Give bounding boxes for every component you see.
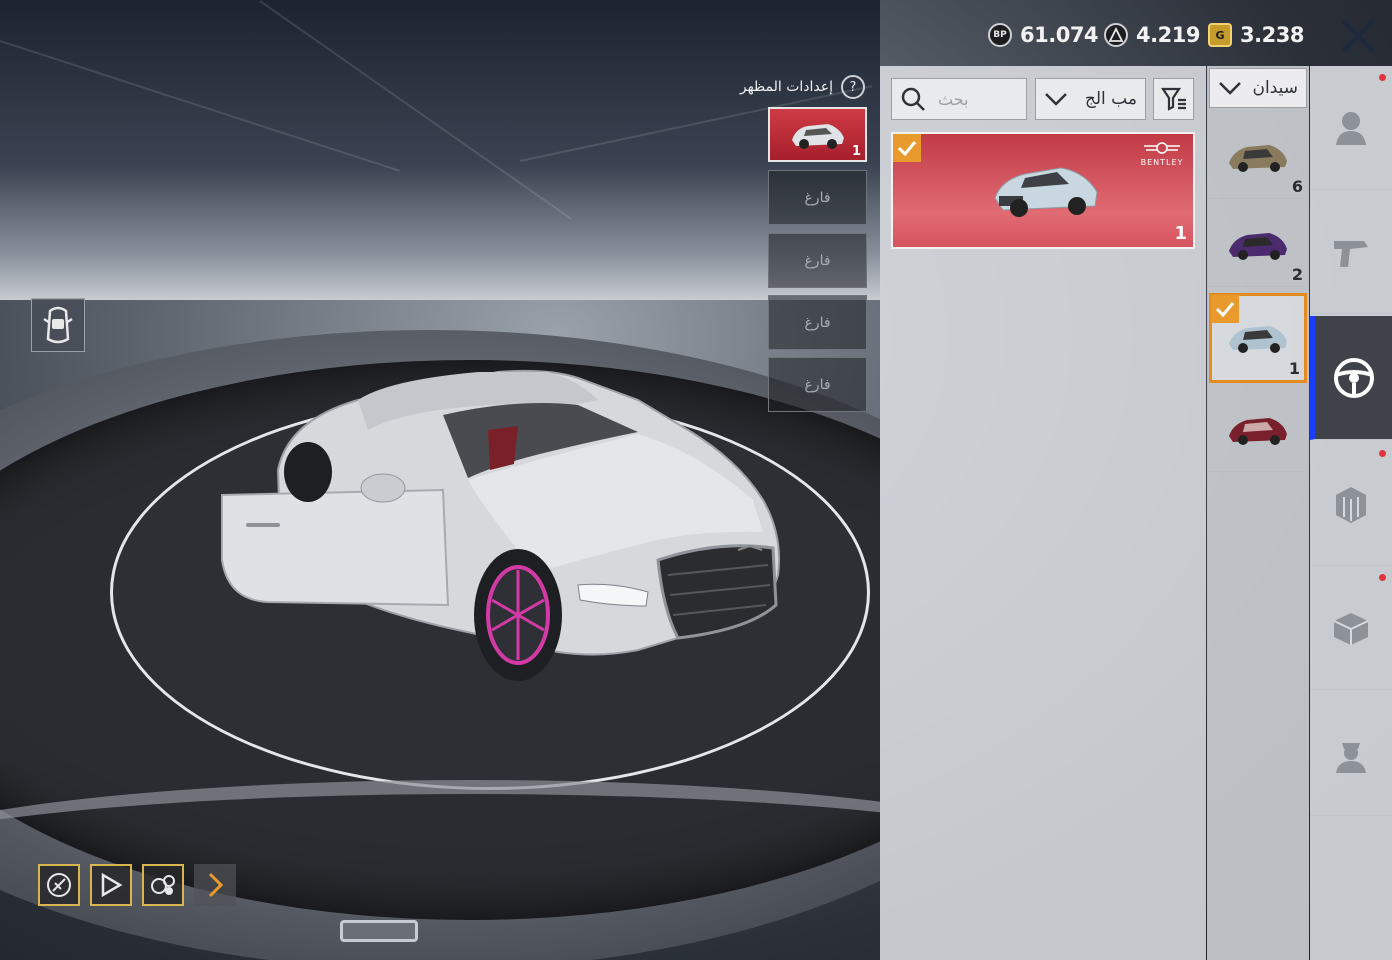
garage-scene [0, 0, 880, 960]
chevron-right-icon [208, 872, 224, 898]
ag-amount: 4.219 [1136, 23, 1200, 47]
vehicle-item-1[interactable]: 6 [1209, 115, 1307, 199]
appearance-slot-2[interactable]: فارغ [768, 170, 867, 225]
search-placeholder: بحث [938, 89, 969, 109]
vehicle-thumbnail [1229, 232, 1287, 260]
uc-amount: 3.238 [1240, 23, 1304, 47]
search-input[interactable]: بحث [891, 78, 1027, 120]
vehicle-column [1207, 66, 1309, 960]
notification-dot [1379, 74, 1386, 81]
vehicle-type-dropdown[interactable]: سيدان [1209, 68, 1307, 108]
equipped-check [1211, 295, 1239, 323]
close-button[interactable] [1334, 12, 1382, 60]
character-icon [1336, 111, 1366, 145]
close-icon [1341, 19, 1375, 53]
check-icon [1215, 302, 1235, 318]
skin-item-card[interactable]: BENTLEY 1 [891, 132, 1195, 249]
appearance-settings-header: إعدادات المظهر ? [720, 74, 865, 100]
bentley-wings-icon [1144, 142, 1180, 154]
chevron-down-icon [1045, 93, 1067, 106]
notification-dot [1379, 574, 1386, 581]
vehicle-thumbnail [1229, 417, 1287, 445]
help-icon[interactable]: ? [841, 75, 865, 99]
vehicle-count: 1 [1288, 359, 1300, 378]
skin-count: 1 [1174, 223, 1187, 244]
appearance-settings-title: إعدادات المظهر [739, 79, 833, 95]
horn-effect-icon [47, 873, 71, 897]
vehicle-count: 6 [1291, 177, 1303, 196]
view-interior-button[interactable] [31, 298, 85, 352]
slot-count: 1 [851, 144, 861, 159]
notification-dot [1379, 450, 1386, 457]
uc-currency: G 3.238 [1208, 20, 1304, 50]
platform-slot [340, 920, 418, 942]
steering-wheel-icon [1333, 357, 1374, 398]
pistol-icon [1334, 240, 1368, 267]
tab-backpack[interactable] [1310, 442, 1392, 566]
effect-button[interactable] [142, 864, 184, 906]
garage-ceiling [0, 0, 880, 300]
bp-coin-icon: BP [988, 23, 1012, 47]
tab-companion[interactable] [1310, 692, 1392, 816]
filter-icon [1160, 87, 1186, 111]
soldier-icon [1336, 742, 1366, 773]
brand-name: BENTLEY [1140, 158, 1184, 167]
vehicle-preview[interactable] [218, 360, 798, 690]
uc-coin-icon: G [1208, 23, 1232, 47]
tab-crates[interactable] [1310, 566, 1392, 690]
filter-button[interactable] [1153, 78, 1194, 120]
play-icon [101, 872, 123, 898]
equipped-check [893, 134, 921, 162]
vehicle-thumbnail [1229, 326, 1287, 353]
search-icon [901, 87, 925, 111]
brand-logo: BENTLEY [1137, 140, 1187, 167]
tab-outfit[interactable] [1310, 66, 1392, 190]
car-thumbnail [791, 123, 844, 149]
vehicle-thumbnail [1229, 144, 1287, 172]
appearance-slot-5[interactable]: فارغ [768, 357, 867, 412]
play-button[interactable] [90, 864, 132, 906]
bp-currency: BP 61.074 [988, 20, 1099, 50]
appearance-slot-3[interactable]: فارغ [768, 233, 867, 288]
tab-weapons[interactable] [1310, 190, 1392, 314]
expand-actions-button[interactable] [194, 864, 236, 906]
ag-coin-icon [1104, 23, 1128, 47]
chevron-down-icon [1219, 82, 1241, 95]
crate-icon [1333, 612, 1369, 645]
appearance-slot-4[interactable]: فارغ [768, 295, 867, 350]
vehicle-item-2[interactable]: 2 [1209, 203, 1307, 287]
appearance-slot-1[interactable]: 1 [768, 107, 867, 162]
backpack-icon [1336, 486, 1366, 523]
action-bar [38, 864, 236, 906]
ag-currency: 4.219 [1104, 20, 1200, 50]
bp-amount: 61.074 [1020, 23, 1099, 47]
vehicle-type-label: سيدان [1252, 78, 1298, 98]
skin-car-image [994, 167, 1098, 217]
exhaust-effect-icon [151, 875, 175, 895]
vehicle-item-3[interactable]: 1 [1209, 293, 1307, 383]
sort-label: مب الج [1084, 89, 1137, 109]
tab-vehicles[interactable] [1310, 316, 1392, 440]
car-top-view-icon [43, 306, 73, 344]
action-button-1[interactable] [38, 864, 80, 906]
vehicle-item-4[interactable] [1209, 388, 1307, 472]
sort-dropdown[interactable]: مب الج [1035, 78, 1146, 120]
check-icon [897, 141, 917, 157]
vehicle-count: 2 [1291, 265, 1303, 284]
